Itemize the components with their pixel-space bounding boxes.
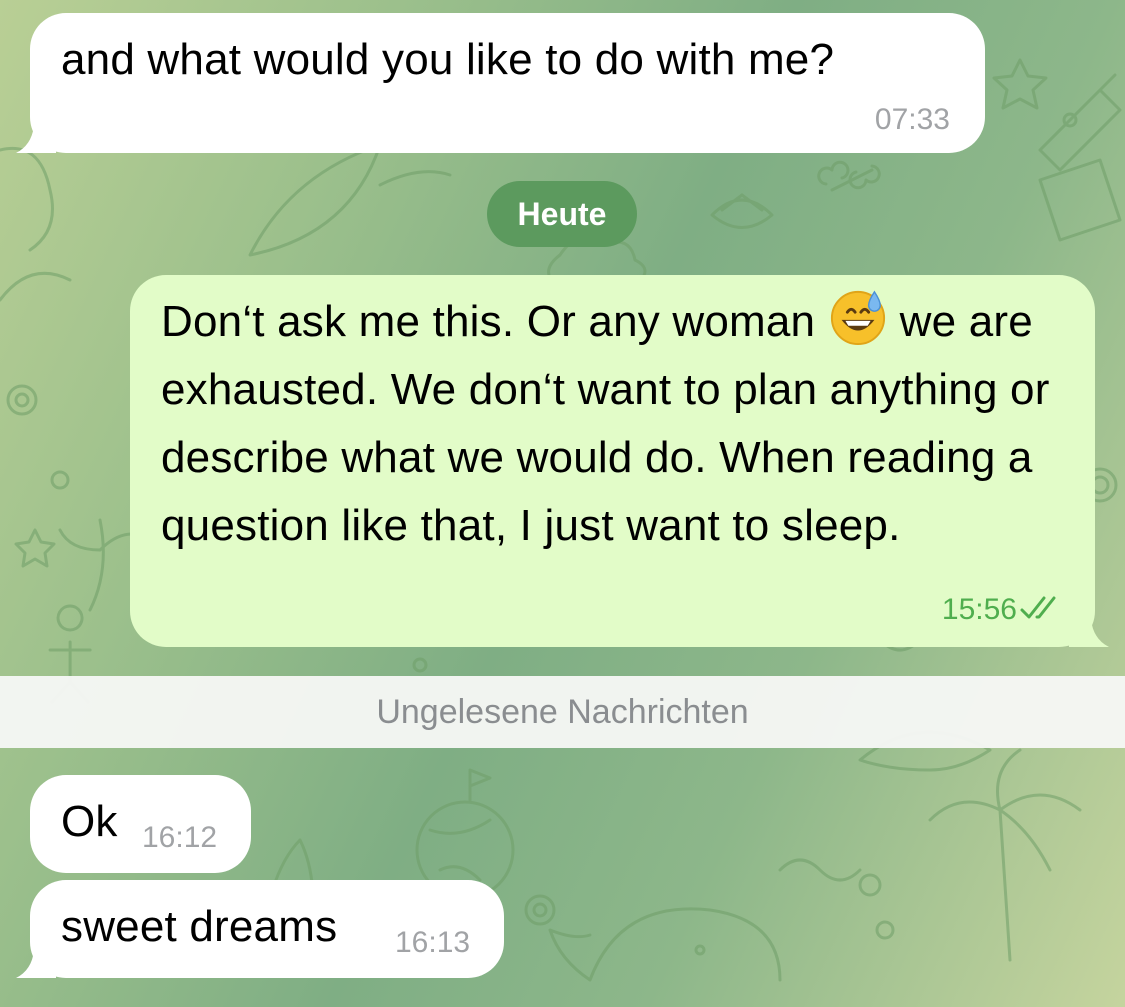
message-text-line: Don‘t ask me this. Or any woman [161, 297, 816, 346]
message-time: 15:56 [942, 593, 1065, 627]
message-text: Ok [61, 797, 118, 846]
message-text: Don‘t ask me this. Or any woman we are e… [161, 288, 1071, 560]
bubble-tail [16, 115, 56, 153]
message-bubble-outgoing[interactable]: Don‘t ask me this. Or any woman we are e… [130, 275, 1109, 647]
message-text: sweet dreams [61, 902, 338, 951]
message-bubble-incoming[interactable]: Ok 16:12 [30, 775, 251, 873]
date-separator: Heute [487, 181, 637, 247]
message-bubble-incoming[interactable]: and what would you like to do with me? 0… [16, 13, 985, 153]
message-time: 16:12 [142, 821, 218, 854]
message-time-label: 15:56 [941, 593, 1017, 626]
grinning-face-with-sweat-icon [831, 290, 886, 346]
message-time: 16:13 [395, 926, 471, 959]
double-check-icon [1020, 596, 1056, 619]
unread-messages-separator: Ungelesene Nachrichten [0, 676, 1125, 748]
bubble-tail [16, 940, 56, 978]
message-time: 07:33 [874, 103, 950, 136]
message-bubble-incoming[interactable]: sweet dreams 16:13 [16, 880, 504, 978]
message-text: and what would you like to do with me? [61, 35, 835, 84]
bubble-tail [1069, 609, 1109, 647]
